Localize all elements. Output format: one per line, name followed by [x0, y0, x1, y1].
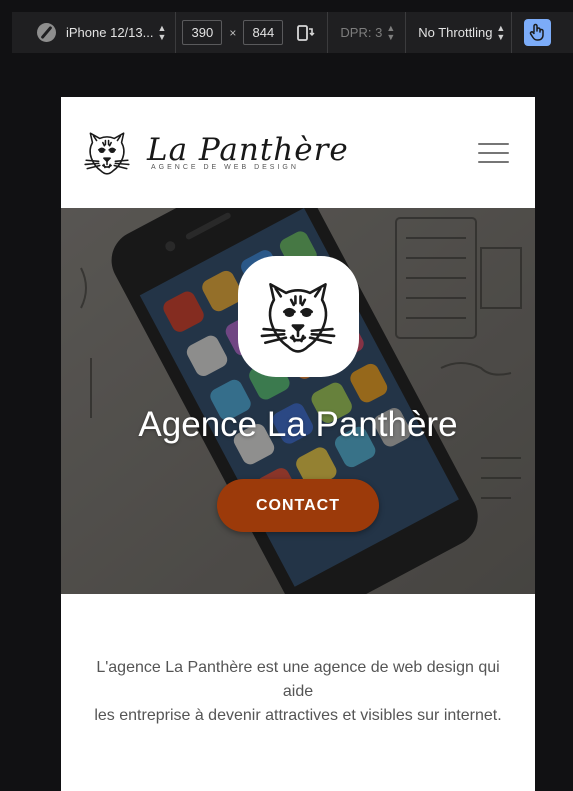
intro-section: L'agence La Panthère est une agence de w… [61, 594, 535, 728]
divider [175, 12, 177, 53]
panther-logo-icon [260, 282, 336, 353]
rotate-device-icon[interactable] [295, 23, 315, 43]
hamburger-menu-icon[interactable] [478, 142, 509, 163]
dpr-label: DPR: 3 [340, 25, 383, 40]
device-viewport: La Panthère AGENCE DE WEB DESIGN Agence … [61, 97, 535, 791]
menu-line [478, 151, 509, 154]
menu-line [478, 142, 509, 145]
hero-title: Agence La Panthère [138, 405, 458, 444]
dpr-selector[interactable]: DPR: 3 ▲ ▼ [340, 12, 395, 53]
times-sign: × [229, 25, 237, 40]
divider [327, 12, 329, 53]
height-input[interactable]: 844 [243, 20, 284, 45]
compass-icon [37, 23, 56, 42]
intro-line: les entreprise à devenir attractives et … [94, 707, 502, 724]
hero-section: Agence La Panthère CONTACT [61, 208, 535, 594]
divider [511, 12, 513, 53]
contact-button[interactable]: CONTACT [217, 479, 379, 532]
touch-toggle-button[interactable] [524, 19, 552, 46]
panther-logo-icon [84, 131, 130, 175]
hero-logo [237, 256, 359, 377]
throttling-selector[interactable]: No Throttling ▲ ▼ [418, 12, 505, 53]
brand-text: La Panthère AGENCE DE WEB DESIGN [147, 131, 349, 171]
site-header: La Panthère AGENCE DE WEB DESIGN [61, 97, 535, 208]
throttling-label: No Throttling [418, 25, 493, 40]
chevron-updown-icon: ▲ ▼ [157, 22, 167, 42]
chevron-updown-icon: ▲ ▼ [386, 22, 396, 42]
touch-hand-icon [530, 23, 545, 41]
hero-content: Agence La Panthère CONTACT [61, 208, 535, 594]
menu-line [478, 160, 509, 163]
devtools-device-toolbar: iPhone 12/13... ▲ ▼ 390 × 844 DPR: 3 ▲ ▼ N… [12, 12, 573, 53]
dimensions-group: 390 × 844 [182, 12, 284, 53]
device-selector[interactable]: iPhone 12/13... ▲ ▼ [12, 12, 166, 53]
brand-name: La Panthère [147, 131, 349, 168]
divider [405, 12, 407, 53]
device-name: iPhone 12/13... [66, 25, 154, 40]
chevron-updown-icon: ▲ ▼ [496, 22, 506, 42]
intro-line: L'agence La Panthère est une agence de w… [96, 659, 500, 700]
brand[interactable]: La Panthère AGENCE DE WEB DESIGN [81, 127, 349, 179]
width-input[interactable]: 390 [182, 20, 223, 45]
